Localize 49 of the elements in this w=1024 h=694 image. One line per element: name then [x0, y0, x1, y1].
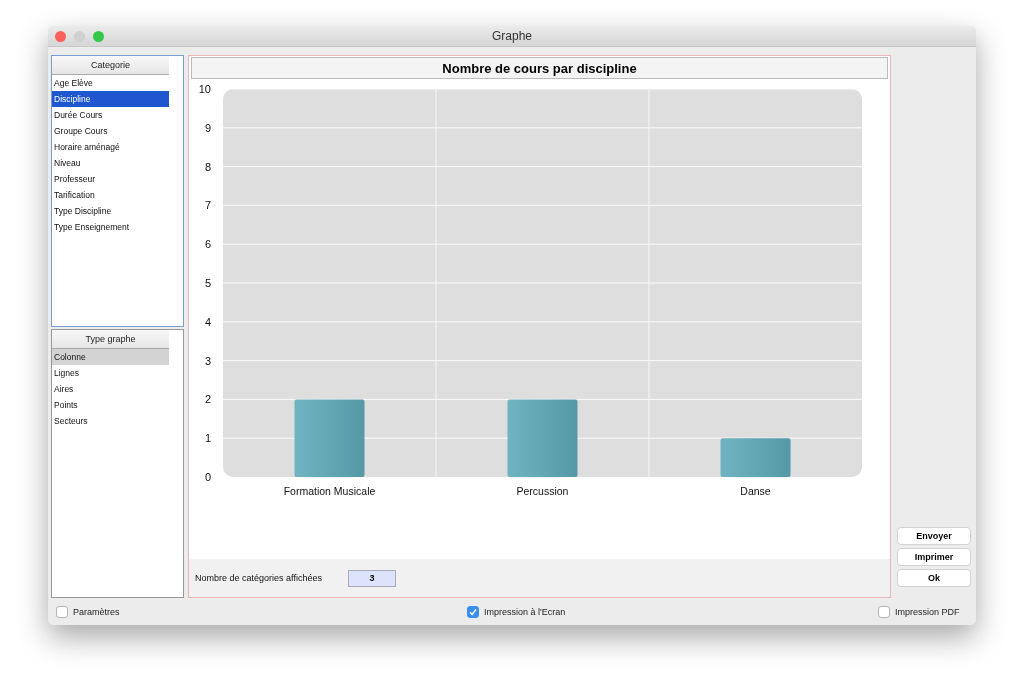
list-header: Categorie — [52, 56, 169, 75]
list-item[interactable]: Type Discipline — [52, 203, 169, 219]
list-item[interactable]: Tarification — [52, 187, 169, 203]
list-item[interactable]: Lignes — [52, 365, 169, 381]
y-tick-label: 8 — [204, 160, 211, 173]
y-tick-label: 7 — [204, 199, 211, 212]
list-item[interactable]: Professeur — [52, 171, 169, 187]
y-tick-label: 10 — [198, 83, 211, 95]
list-item[interactable]: Secteurs — [52, 413, 169, 429]
list-item[interactable]: Groupe Cours — [52, 123, 169, 139]
x-axis-label: Danse — [740, 485, 771, 497]
checkbox-label: Impression PDF — [895, 607, 960, 617]
checkbox[interactable] — [878, 606, 890, 618]
list-header: Type graphe — [52, 330, 169, 349]
checkbox[interactable] — [56, 606, 68, 618]
count-field[interactable]: 3 — [347, 569, 396, 587]
checkbox-label: Impression à l'Ecran — [484, 607, 566, 617]
y-tick-label: 3 — [204, 354, 211, 367]
chart-title: Nombre de cours par discipline — [191, 57, 888, 79]
close-icon[interactable] — [55, 31, 66, 42]
y-tick-label: 4 — [204, 315, 211, 328]
x-axis-label: Percussion — [516, 485, 569, 497]
minimize-icon[interactable] — [74, 31, 85, 42]
y-tick-label: 1 — [204, 432, 211, 445]
y-tick-label: 6 — [204, 238, 211, 251]
action-button[interactable]: Ok — [897, 569, 971, 587]
action-button[interactable]: Envoyer — [897, 527, 971, 545]
list-item[interactable]: Points — [52, 397, 169, 413]
checkbox-label: Paramètres — [73, 607, 120, 617]
list-item[interactable]: Discipline — [52, 91, 169, 107]
zoom-icon[interactable] — [93, 31, 104, 42]
x-axis-label: Formation Musicale — [283, 485, 376, 497]
y-tick-label: 9 — [204, 121, 211, 134]
list-item[interactable]: Horaire aménagé — [52, 139, 169, 155]
list-item[interactable]: Niveau — [52, 155, 169, 171]
y-tick-label: 2 — [204, 393, 211, 406]
action-button[interactable]: Imprimer — [897, 548, 971, 566]
list-item[interactable]: Aires — [52, 381, 169, 397]
bar — [720, 438, 791, 477]
list-item[interactable]: Age Elève — [52, 75, 169, 91]
y-tick-label: 0 — [204, 471, 211, 483]
list-item[interactable]: Type Enseignement — [52, 219, 169, 235]
list-item[interactable]: Durée Cours — [52, 107, 169, 123]
checkbox[interactable] — [467, 606, 479, 618]
list-item[interactable]: Colonne — [52, 349, 169, 365]
y-tick-label: 5 — [204, 277, 211, 289]
count-label: Nombre de catégories affichées — [195, 573, 322, 583]
window-title: Graphe — [492, 29, 532, 43]
check-icon — [469, 608, 477, 616]
